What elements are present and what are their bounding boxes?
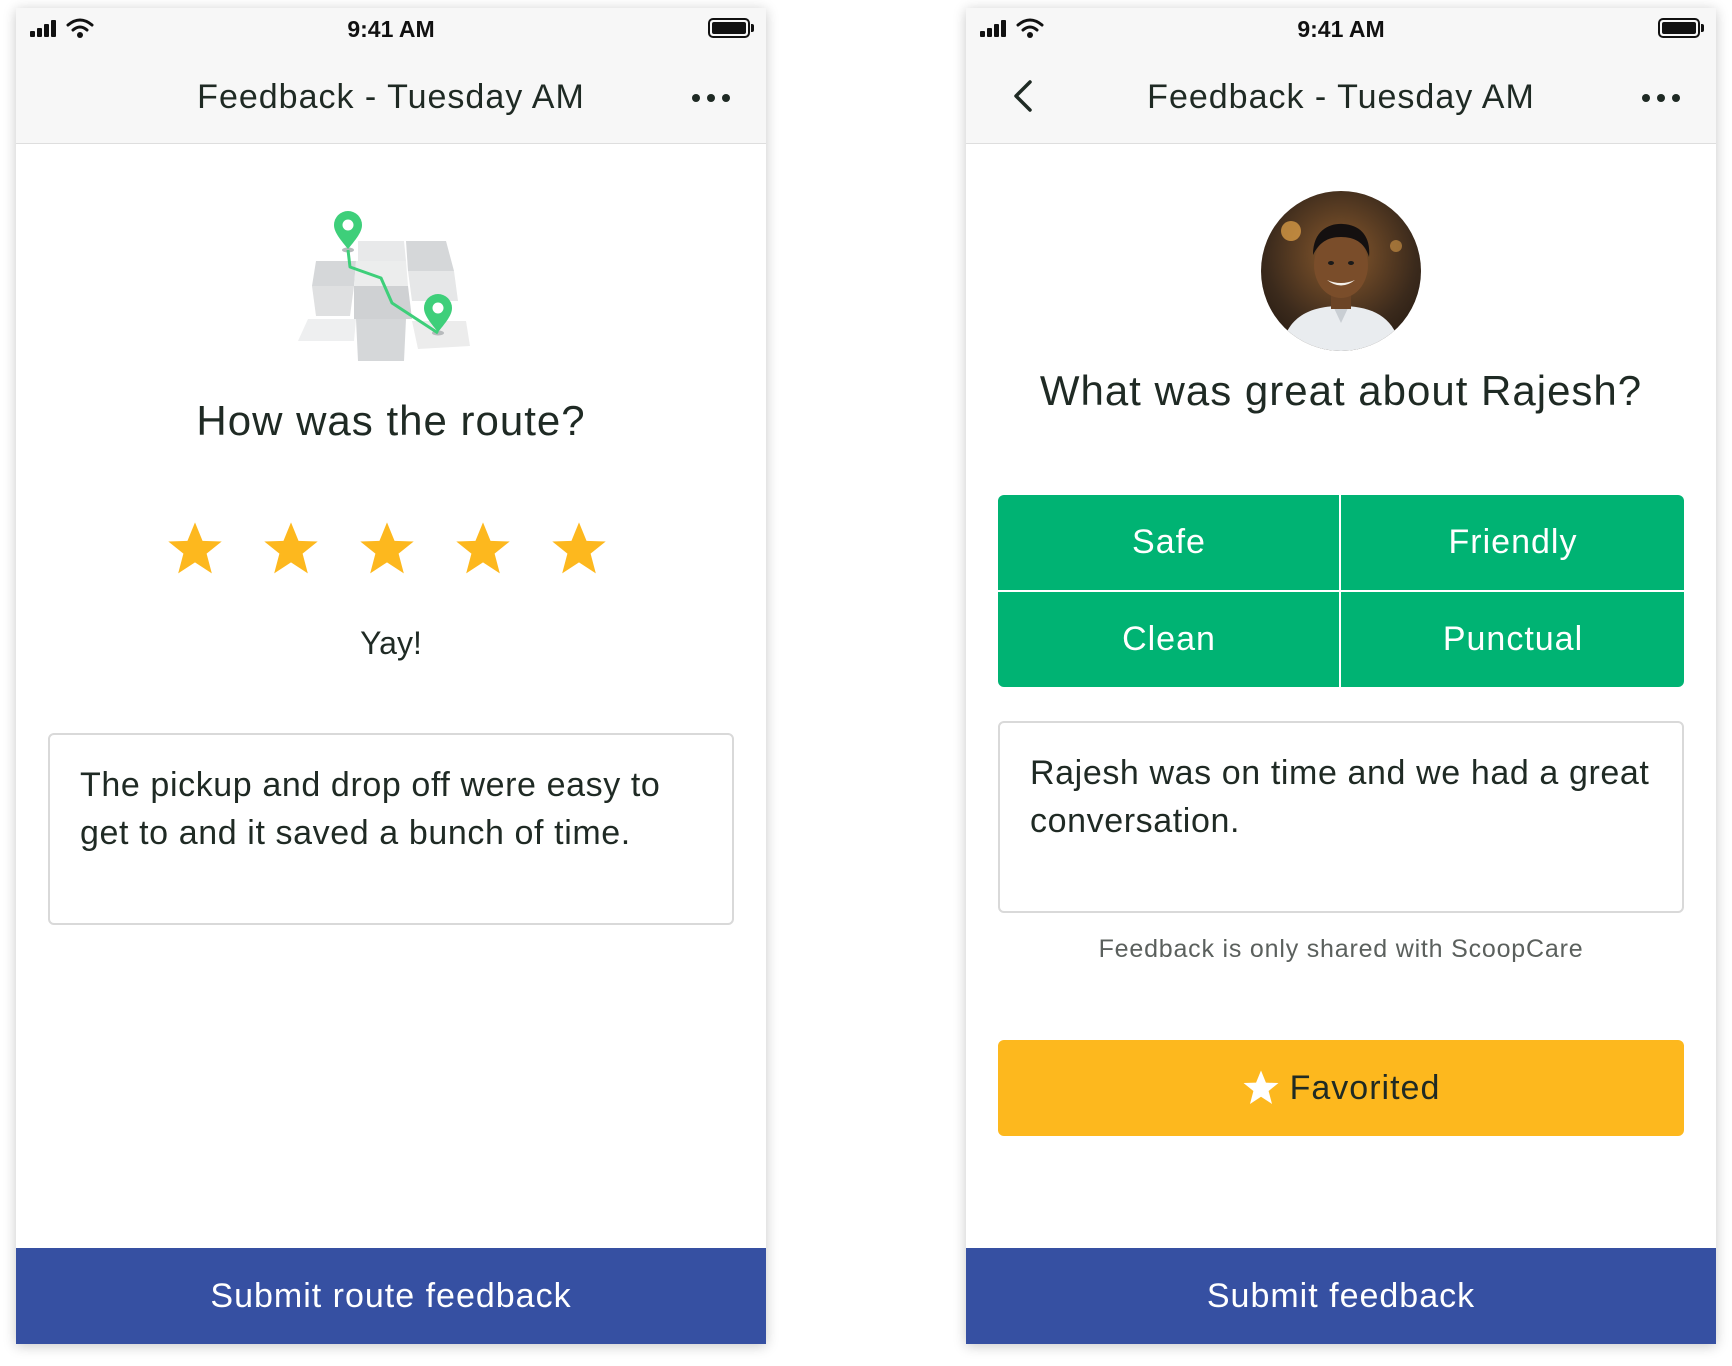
tag-clean[interactable]: Clean bbox=[998, 592, 1340, 687]
star-icon bbox=[1243, 1070, 1279, 1104]
submit-feedback-button[interactable]: Submit feedback bbox=[966, 1248, 1716, 1344]
battery-icon bbox=[1658, 18, 1704, 38]
star-rating[interactable] bbox=[166, 520, 616, 580]
status-bar: 9:41 AM bbox=[16, 8, 766, 48]
route-question: How was the route? bbox=[196, 397, 586, 444]
star-icon[interactable] bbox=[166, 520, 224, 578]
favorite-button[interactable]: Favorited bbox=[998, 1040, 1684, 1136]
comment-textarea[interactable]: Rajesh was on time and we had a great co… bbox=[998, 721, 1684, 913]
page-title: Feedback - Tuesday AM bbox=[197, 78, 585, 116]
more-horizontal-icon[interactable] bbox=[692, 94, 730, 102]
star-icon[interactable] bbox=[454, 520, 512, 578]
status-time: 9:41 AM bbox=[1297, 16, 1385, 42]
privacy-note: Feedback is only shared with ScoopCare bbox=[1098, 935, 1584, 963]
route-feedback-screen: 9:41 AM Feedback - Tuesday AM How was th… bbox=[16, 8, 766, 1344]
comment-textarea[interactable]: The pickup and drop off were easy to get… bbox=[48, 733, 734, 925]
favorite-button-label: Favorited bbox=[1289, 1068, 1441, 1107]
nav-header: Feedback - Tuesday AM bbox=[16, 48, 766, 144]
driver-question: What was great about Rajesh? bbox=[1039, 367, 1643, 414]
tag-punctual[interactable]: Punctual bbox=[1342, 592, 1684, 687]
star-icon[interactable] bbox=[550, 520, 608, 578]
tag-divider bbox=[998, 590, 1684, 592]
star-icon[interactable] bbox=[262, 520, 320, 578]
battery-icon bbox=[708, 18, 754, 38]
tag-safe[interactable]: Safe bbox=[998, 495, 1340, 590]
driver-feedback-screen: 9:41 AM Feedback - Tuesday AM What was g… bbox=[966, 8, 1716, 1344]
submit-route-feedback-button[interactable]: Submit route feedback bbox=[16, 1248, 766, 1344]
nav-header: Feedback - Tuesday AM bbox=[966, 48, 1716, 144]
tag-friendly[interactable]: Friendly bbox=[1342, 495, 1684, 590]
map-route-illustration bbox=[298, 211, 470, 361]
rating-label: Yay! bbox=[360, 625, 422, 661]
more-horizontal-icon[interactable] bbox=[1642, 94, 1680, 102]
status-time: 9:41 AM bbox=[347, 16, 435, 42]
driver-avatar-photo bbox=[1261, 191, 1421, 351]
page-title: Feedback - Tuesday AM bbox=[1147, 78, 1535, 116]
star-icon[interactable] bbox=[358, 520, 416, 578]
compliment-tags: Safe Friendly Clean Punctual bbox=[998, 495, 1684, 687]
status-bar: 9:41 AM bbox=[966, 8, 1716, 48]
